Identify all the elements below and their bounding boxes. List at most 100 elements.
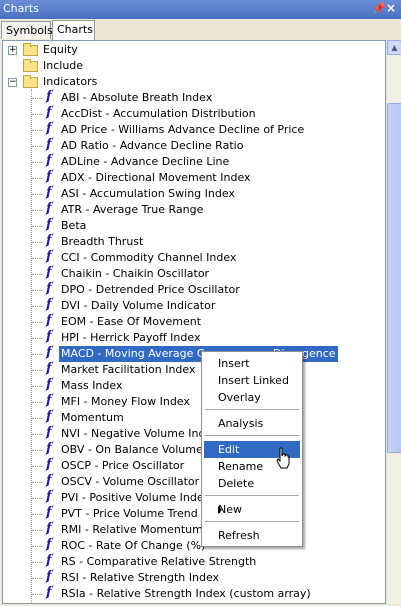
tree-item-indicator[interactable]: f NVI - Negative Volume Index	[3, 425, 383, 442]
tree-item-label: OBV - On Balance Volume	[61, 443, 203, 456]
scroll-up-button[interactable]: ▲	[387, 40, 401, 55]
tree-item-indicator[interactable]: f PVI - Positive Volume Index	[3, 489, 383, 506]
tree-line	[32, 98, 42, 99]
tree-item-label: AD Ratio - Advance Decline Ratio	[61, 139, 244, 152]
vertical-scrollbar[interactable]: ▲	[386, 40, 401, 604]
tree-item-label: ADX - Directional Movement Index	[61, 171, 251, 184]
tree-item-indicator[interactable]: f Chaikin - Chaikin Oscillator	[3, 265, 383, 282]
tree-folder-equity[interactable]: + Equity	[3, 42, 383, 58]
tree-line	[32, 322, 42, 323]
tree-item-indicator[interactable]: f DPO - Detrended Price Oscillator	[3, 281, 383, 298]
tree-item-indicator[interactable]: f DVI - Daily Volume Indicator	[3, 297, 383, 314]
tree-line	[32, 146, 42, 147]
tree-item-label: PVT - Price Volume Trend	[61, 507, 198, 520]
function-icon: f	[46, 233, 52, 248]
tree-folder-include[interactable]: Include	[3, 58, 383, 74]
tree-line	[32, 514, 42, 515]
expand-icon[interactable]: +	[8, 46, 17, 55]
function-icon: f	[46, 489, 52, 504]
menu-item-delete[interactable]: Delete	[204, 475, 300, 492]
tree-item-label: ABI - Absolute Breath Index	[61, 91, 213, 104]
tree-item-indicator[interactable]: f RS - Comparative Relative Strength	[3, 553, 383, 570]
menu-item-insert[interactable]: Insert	[204, 355, 300, 372]
folder-icon	[23, 59, 38, 72]
tree-line	[32, 466, 42, 467]
tree-item-indicator[interactable]: f AD Price - Williams Advance Decline of …	[3, 121, 383, 138]
tree-line	[32, 530, 42, 531]
tree-item-indicator[interactable]: f ABI - Absolute Breath Index	[3, 89, 383, 106]
chart-tree[interactable]: + Equity Include − Indicators f ABI - Abs…	[2, 40, 386, 604]
tree-line	[32, 242, 42, 243]
tree-line	[32, 114, 42, 115]
menu-separator	[205, 495, 299, 496]
tree-item-label: OSCV - Volume Oscillator	[61, 475, 200, 488]
function-icon: f	[46, 89, 52, 104]
tree-item-label: Chaikin - Chaikin Oscillator	[61, 267, 210, 280]
menu-item-new[interactable]: New	[204, 501, 300, 518]
tree-item-indicator[interactable]: f ATR - Average True Range	[3, 201, 383, 218]
tree-item-indicator[interactable]: f ASI - Accumulation Swing Index	[3, 185, 383, 202]
tree-item-indicator[interactable]: f MACD - Moving Average Convergence Diver…	[3, 345, 383, 362]
menu-item-label: Overlay	[218, 391, 261, 404]
tree-item-indicator[interactable]: f RSIa - Relative Strength Index (custom …	[3, 585, 383, 602]
tree-line	[32, 562, 42, 563]
folder-label: Equity	[43, 43, 78, 56]
submenu-arrow-icon	[218, 506, 222, 514]
folder-label: Indicators	[43, 75, 98, 88]
tree-line	[32, 130, 42, 131]
tab-charts[interactable]: Charts	[52, 20, 95, 40]
menu-item-refresh[interactable]: Refresh	[204, 527, 300, 544]
folder-label: Include	[43, 59, 84, 72]
tree-item-indicator[interactable]: f Momentum	[3, 409, 383, 426]
folder-icon	[23, 43, 38, 56]
tree-item-indicator[interactable]: f OSCP - Price Oscillator	[3, 457, 383, 474]
scroll-thumb[interactable]	[387, 103, 401, 453]
tree-item-indicator[interactable]: f ROC - Rate Of Change (%)	[3, 537, 383, 554]
pin-icon[interactable]: 📌	[372, 2, 386, 15]
collapse-icon[interactable]: −	[8, 78, 17, 87]
close-icon[interactable]: ×	[386, 1, 396, 15]
tree-item-indicator[interactable]: f EOM - Ease Of Movement	[3, 313, 383, 330]
tree-folder-indicators[interactable]: − Indicators	[3, 74, 383, 90]
function-icon: f	[46, 393, 52, 408]
tree-item-indicator[interactable]: f CCI - Commodity Channel Index	[3, 249, 383, 266]
function-icon: f	[46, 505, 52, 520]
menu-item-analysis[interactable]: Analysis	[204, 415, 300, 432]
function-icon: f	[46, 169, 52, 184]
tree-item-indicator[interactable]: f PVT - Price Volume Trend	[3, 505, 383, 522]
tree-item-indicator[interactable]: f RSI - Relative Strength Index	[3, 569, 383, 586]
tree-item-indicator[interactable]: f ADX - Directional Movement Index	[3, 169, 383, 186]
function-icon: f	[46, 313, 52, 328]
tree-item-indicator[interactable]: f OBV - On Balance Volume	[3, 441, 383, 458]
tab-symbols[interactable]: Symbols	[1, 21, 53, 39]
menu-item-overlay[interactable]: Overlay	[204, 389, 300, 406]
tree-item-indicator[interactable]: f AD Ratio - Advance Decline Ratio	[3, 137, 383, 154]
menu-item-insert-linked[interactable]: Insert Linked	[204, 372, 300, 389]
tree-line	[32, 162, 42, 163]
tree-item-indicator[interactable]: f Breadth Thrust	[3, 233, 383, 250]
function-icon: f	[46, 409, 52, 424]
tree-item-label: MFI - Money Flow Index	[61, 395, 190, 408]
tree-item-label: RSIa - Relative Strength Index (custom a…	[61, 587, 311, 600]
menu-item-label: Refresh	[218, 529, 260, 542]
tree-item-indicator[interactable]: f ADLine - Advance Decline Line	[3, 153, 383, 170]
function-icon: f	[46, 121, 52, 136]
tree-item-indicator[interactable]: f Market Facilitation Index	[3, 361, 383, 378]
tree-item-indicator[interactable]: f RMI - Relative Momentum Index	[3, 521, 383, 538]
function-icon: f	[46, 185, 52, 200]
tree-item-indicator[interactable]: f MFI - Money Flow Index	[3, 393, 383, 410]
tree-item-indicator[interactable]: f AccDist - Accumulation Distribution	[3, 105, 383, 122]
tree-item-indicator[interactable]: f HPI - Herrick Payoff Index	[3, 329, 383, 346]
function-icon: f	[46, 249, 52, 264]
tree-item-indicator[interactable]: f Mass Index	[3, 377, 383, 394]
tree-item-label: Breadth Thrust	[61, 235, 144, 248]
tree-item-label: RSI - Relative Strength Index	[61, 571, 220, 584]
tree-item-indicator[interactable]: f OSCV - Volume Oscillator	[3, 473, 383, 490]
menu-item-label: Analysis	[218, 417, 264, 430]
tree-item-label: Market Facilitation Index	[61, 363, 196, 376]
menu-item-label: Insert	[218, 357, 250, 370]
tree-item-indicator[interactable]: f Beta	[3, 217, 383, 234]
tree-item-label: DPO - Detrended Price Oscillator	[61, 283, 240, 296]
function-icon: f	[46, 473, 52, 488]
tree-item-label: RS - Comparative Relative Strength	[61, 555, 257, 568]
